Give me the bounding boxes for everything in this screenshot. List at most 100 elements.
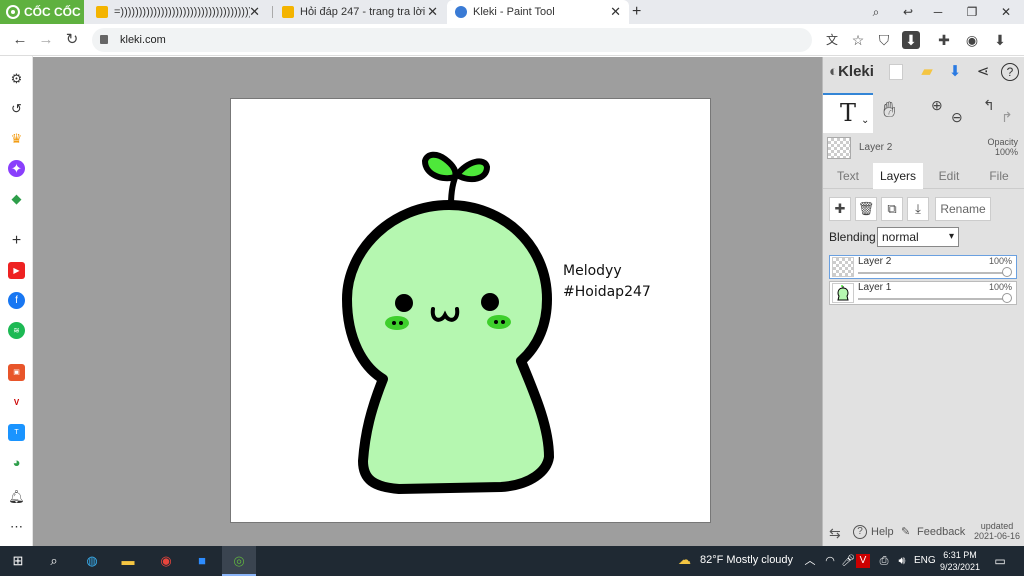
feedback-icon[interactable]: ✎ — [901, 525, 910, 538]
vietkey-icon[interactable]: V — [856, 554, 870, 568]
tab-file[interactable]: File — [977, 163, 1021, 189]
youtube-icon[interactable]: ▶ — [8, 262, 25, 279]
history-icon[interactable]: ↺ — [8, 100, 25, 117]
tab-3[interactable]: Kleki - Paint Tool ✕ — [447, 0, 629, 24]
new-tab-button[interactable]: + — [630, 0, 650, 24]
blending-select[interactable]: normal ▾ — [877, 227, 959, 247]
help-link[interactable]: Help — [871, 526, 894, 538]
tab-1[interactable]: =)))))))))))))))))))))))))))))))))))))))… — [88, 0, 268, 24]
back-history-icon[interactable]: ↩ — [892, 0, 924, 24]
extensions-icon[interactable]: ✚ — [934, 30, 954, 50]
shield-icon[interactable]: ⛉ — [874, 30, 894, 50]
weather-text[interactable]: 82°F Mostly cloudy — [700, 554, 793, 566]
duplicate-layer-button[interactable]: ⧉ — [881, 197, 903, 221]
hand-tool-icon[interactable]: ✋︎ — [883, 97, 896, 123]
wifi-icon[interactable]: ◠ — [820, 551, 840, 571]
tab-2[interactable]: Hỏi đáp 247 - trang tra lời ✕ — [274, 0, 446, 24]
open-folder-icon[interactable]: ▰ — [917, 62, 937, 82]
share-icon[interactable]: ⋖ — [973, 62, 993, 82]
more-icon[interactable]: ⋯ — [8, 518, 25, 535]
maps-icon[interactable]: ◕ — [8, 454, 25, 471]
notification-center-icon[interactable]: ▭ — [990, 551, 1010, 571]
reload-button[interactable]: ↻ — [62, 30, 82, 50]
star-icon[interactable]: ☆ — [848, 30, 868, 50]
drawing-canvas[interactable]: Melodyy #Hoidap247 — [230, 98, 711, 523]
windows-start-icon[interactable]: ⊞ — [8, 551, 28, 571]
close-window-icon[interactable]: ✕ — [990, 0, 1022, 24]
zoom-app-icon[interactable]: ■ — [192, 551, 212, 571]
volume-icon[interactable]: 🔊︎ — [892, 551, 912, 571]
crown-icon[interactable]: ♛ — [8, 130, 25, 147]
facebook-icon[interactable]: f — [8, 292, 25, 309]
vtv-icon[interactable]: V — [8, 394, 25, 411]
text-tool-button[interactable]: T ⌄ — [823, 93, 873, 133]
close-icon[interactable]: ✕ — [610, 4, 621, 20]
browser-brand[interactable]: CỐC CỐC — [0, 0, 84, 24]
url-input[interactable]: kleki.com — [92, 28, 812, 52]
layer-row-1[interactable]: Layer 1 100% — [829, 281, 1017, 305]
coccoc-logo-icon — [6, 5, 20, 19]
layer-row-2[interactable]: Layer 2 100% — [829, 255, 1017, 279]
workspace[interactable]: Melodyy #Hoidap247 — [33, 57, 822, 546]
messenger-icon[interactable]: ✦ — [8, 160, 25, 177]
layer-thumbnail — [832, 283, 854, 303]
shopee-icon[interactable]: ▣ — [8, 364, 25, 381]
tab-text[interactable]: Text — [827, 163, 869, 189]
current-layer-thumbnail — [827, 137, 851, 159]
layer-opacity-slider[interactable] — [858, 298, 1008, 300]
tab-edit[interactable]: Edit — [927, 163, 971, 189]
tab-layers[interactable]: Layers — [873, 163, 923, 189]
minimize-icon[interactable]: ─ — [922, 0, 954, 24]
save-download-icon[interactable]: ⬇ — [945, 62, 965, 82]
swap-icon[interactable]: ⇆ — [829, 525, 841, 542]
download-icon[interactable]: ⬇ — [902, 31, 920, 49]
zoom-out-icon[interactable]: ⊖ — [951, 109, 963, 126]
undo-icon[interactable]: ↰ — [983, 97, 995, 114]
help-circle-icon[interactable]: ? — [1001, 63, 1019, 81]
search-icon[interactable]: ⌕ — [44, 551, 64, 571]
merge-layer-button[interactable]: ⤓ — [907, 197, 929, 221]
notifications-icon[interactable]: 🔔︎ — [8, 488, 25, 505]
language-indicator[interactable]: ENG — [914, 555, 936, 566]
chevron-up-icon[interactable]: ︿ — [800, 551, 820, 571]
zoom-in-icon[interactable]: ⊕ — [931, 97, 943, 114]
kleki-logo[interactable]: ◐Kleki — [829, 63, 874, 80]
redo-icon[interactable]: ↱ — [1001, 109, 1013, 126]
printer-icon[interactable]: ⎙ — [874, 551, 894, 571]
right-eye — [481, 293, 499, 311]
new-image-icon[interactable] — [889, 64, 903, 80]
feedback-link[interactable]: Feedback — [917, 526, 965, 538]
add-layer-button[interactable]: ✚ — [829, 197, 851, 221]
translate-icon[interactable]: 文 — [822, 30, 842, 50]
edge-icon[interactable]: ◍ — [82, 551, 102, 571]
profile-icon[interactable]: ◉ — [962, 30, 982, 50]
back-button[interactable]: ← — [10, 30, 30, 50]
file-explorer-icon[interactable]: ▬ — [118, 551, 138, 571]
rename-button[interactable]: Rename — [935, 197, 991, 221]
slider-handle[interactable] — [1002, 293, 1012, 303]
forward-button[interactable]: → — [36, 30, 56, 50]
menu-icon[interactable]: ⬇ — [990, 30, 1010, 50]
hoidap247-icon — [282, 6, 294, 18]
delete-layer-button[interactable]: 🗑︎ — [855, 197, 877, 221]
tiki-icon[interactable]: T — [8, 424, 25, 441]
layer-opacity-slider[interactable] — [858, 272, 1008, 274]
tab-search-icon[interactable]: ⌕ — [860, 0, 892, 24]
game-icon[interactable]: ◆ — [8, 190, 25, 207]
blending-label: Blending — [829, 230, 876, 244]
cheek-mark — [501, 320, 505, 324]
slider-handle[interactable] — [1002, 267, 1012, 277]
close-icon[interactable]: ✕ — [427, 4, 438, 20]
spotify-icon[interactable]: ≋ — [8, 322, 25, 339]
clock[interactable]: 6:31 PM 9/23/2021 — [938, 549, 982, 573]
updated-info: updated 2021-06-16 — [973, 521, 1021, 541]
settings-icon[interactable]: ⚙ — [8, 70, 25, 87]
add-icon[interactable]: + — [8, 232, 25, 249]
layer-opacity: 100% — [988, 256, 1012, 266]
coccoc-taskbar-icon[interactable]: ◎ — [222, 546, 256, 576]
chrome-icon[interactable]: ◉ — [156, 551, 176, 571]
close-icon[interactable]: ✕ — [249, 4, 260, 20]
maximize-icon[interactable]: ❐ — [956, 0, 988, 24]
mic-icon[interactable]: 🎤︎ — [838, 551, 858, 571]
help-icon[interactable]: ? — [853, 525, 867, 539]
